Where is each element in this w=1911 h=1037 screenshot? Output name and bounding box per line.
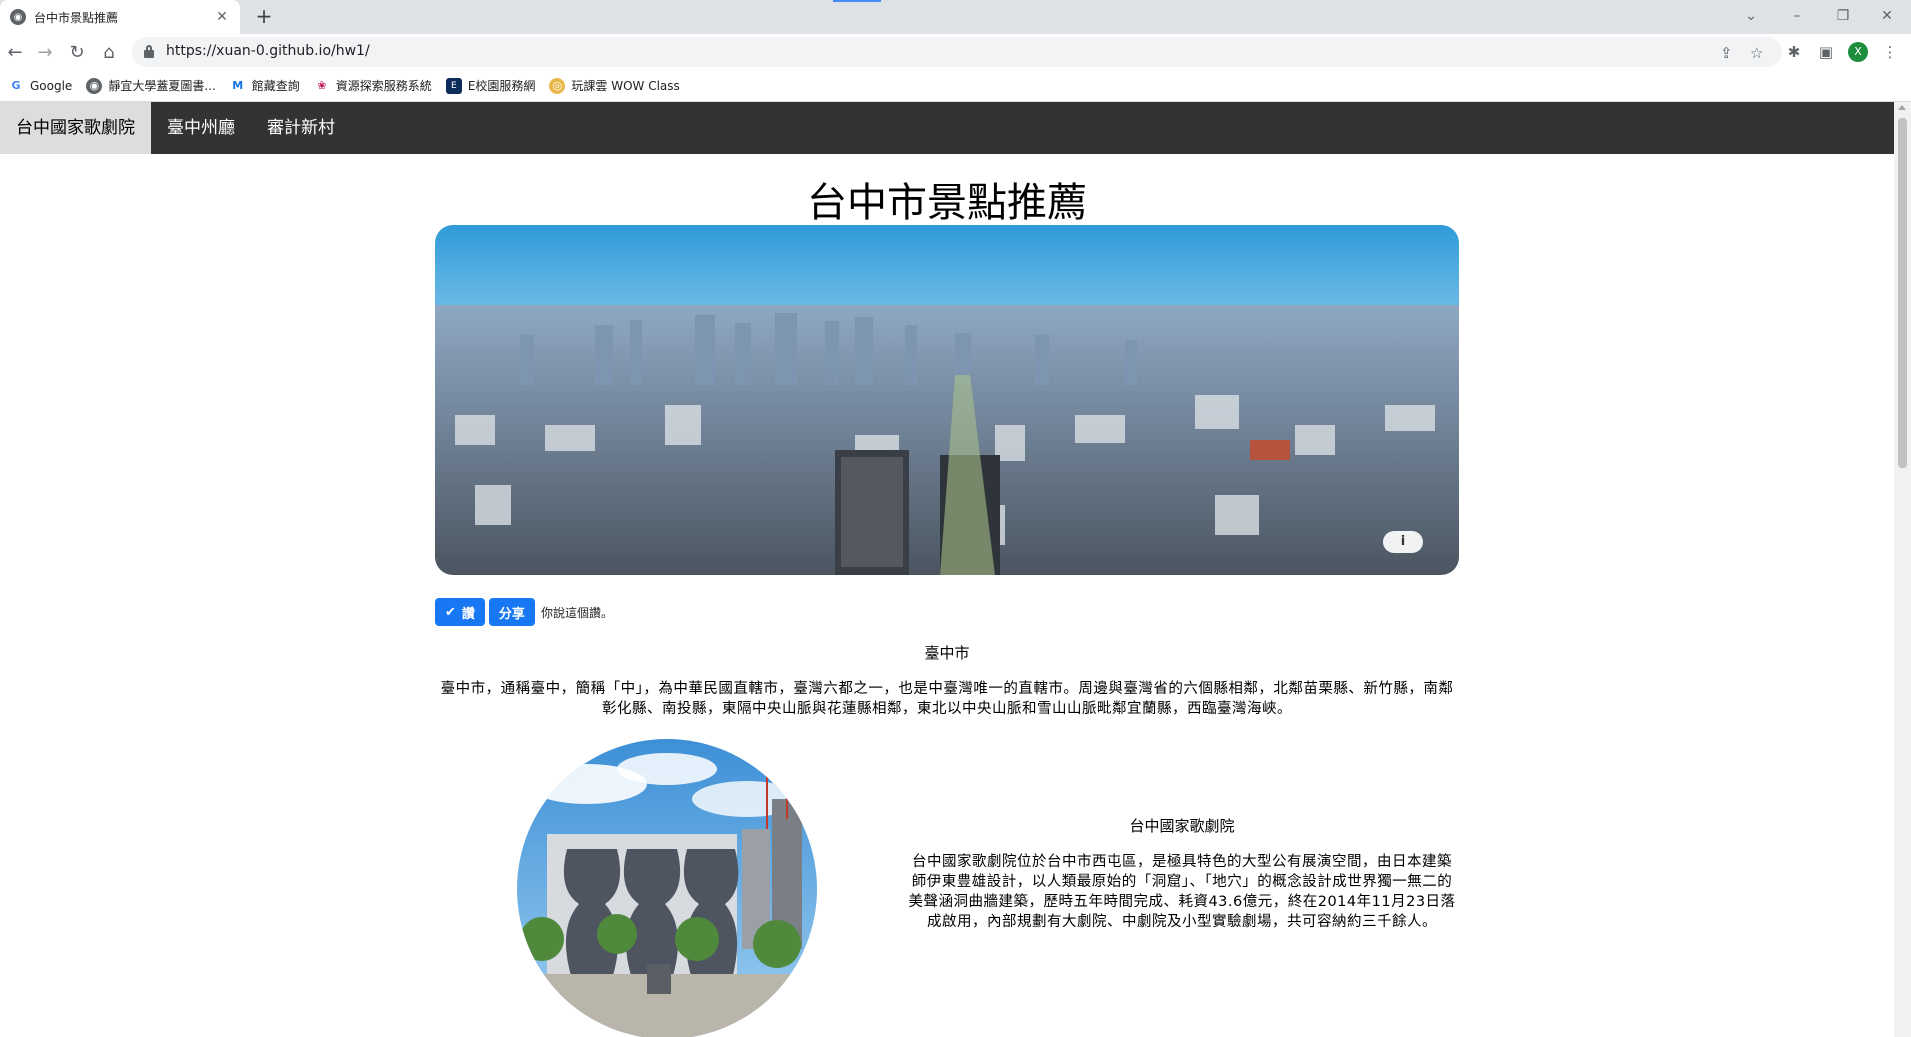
minimize-icon[interactable]: – [1782, 4, 1812, 28]
nav-item-audit-village[interactable]: 審計新村 [251, 102, 351, 154]
tab-strip: ◉ 台中市景點推薦 ✕ + ⌄ – ❐ ✕ [0, 0, 1911, 34]
facebook-like-widget: ✔ 讚 分享 你說這個讚。 [435, 598, 613, 626]
page-viewport: 台中國家歌劇院 臺中州廳 審計新村 台中市景點推薦 i ✔ 讚 分享 你說這個讚… [0, 102, 1911, 1037]
like-button[interactable]: ✔ 讚 [435, 598, 485, 626]
google-icon: G [11, 79, 21, 92]
side-panel-icon[interactable]: ▣ [1816, 42, 1836, 62]
info-icon[interactable]: i [1383, 531, 1423, 553]
url-text: https://xuan-0.github.io/hw1/ [166, 43, 370, 59]
hero-image: i [435, 225, 1459, 575]
site-nav: 台中國家歌劇院 臺中州廳 審計新村 [0, 102, 1894, 154]
extensions-icon[interactable]: ✱ [1784, 42, 1804, 62]
avatar[interactable]: X [1848, 42, 1868, 62]
bookmark-label: 資源探索服務系統 [335, 79, 432, 93]
like-label: 讚 [461, 606, 475, 622]
resource-icon: ❀ [317, 79, 327, 92]
menu-icon[interactable]: ⋮ [1880, 42, 1900, 62]
bookmark-campus[interactable]: E E校園服務網 [445, 77, 536, 94]
campus-icon: E [445, 77, 462, 94]
globe-icon: ◉ [10, 9, 26, 25]
nav-item-prefectural-hall[interactable]: 臺中州廳 [151, 102, 251, 154]
reload-icon[interactable]: ↻ [64, 40, 90, 66]
bookmark-label: Google [30, 78, 73, 93]
tab-strip-indicator [833, 0, 881, 2]
like-status-text: 你說這個讚。 [540, 605, 613, 620]
library-icon: M [232, 79, 244, 92]
page-scrollbar[interactable] [1894, 102, 1911, 1037]
opera-house-photo [517, 739, 817, 1037]
section-heading-opera-house: 台中國家歌劇院 [1129, 817, 1235, 835]
close-window-icon[interactable]: ✕ [1872, 4, 1902, 28]
nav-item-opera-house[interactable]: 台中國家歌劇院 [0, 102, 151, 154]
star-icon[interactable]: ☆ [1750, 44, 1763, 62]
bookmarks-bar: G Google ◉ 靜宜大學蓋夏圖書... M 館藏查詢 ❀ 資源探索服務系統… [0, 70, 1911, 102]
bookmark-label: 靜宜大學蓋夏圖書... [108, 79, 216, 93]
bookmark-label: E校園服務網 [467, 79, 536, 93]
forward-arrow-icon[interactable]: → [32, 40, 58, 66]
address-bar[interactable]: https://xuan-0.github.io/hw1/ ⇪ ☆ [132, 37, 1782, 67]
share-icon[interactable]: ⇪ [1720, 44, 1733, 62]
tab-title: 台中市景點推薦 [34, 10, 119, 25]
plus-icon[interactable]: + [252, 5, 276, 29]
bookmark-library[interactable]: ◉ 靜宜大學蓋夏圖書... [86, 77, 216, 94]
scroll-up-arrow-icon[interactable] [1898, 105, 1906, 110]
bookmark-resource[interactable]: ❀ 資源探索服務系統 [314, 77, 432, 94]
wowclass-icon: ◎ [549, 77, 566, 94]
section-body-taichung: 臺中市，通稱臺中，簡稱「中」，為中華民國直轄市，臺灣六都之一，也是中臺灣唯一的直… [440, 681, 1454, 717]
section-heading-taichung: 臺中市 [924, 644, 970, 662]
chevron-down-icon[interactable]: ⌄ [1736, 4, 1766, 28]
globe-icon: ◉ [86, 77, 103, 94]
city-skyline-photo [435, 225, 1459, 575]
bookmark-google[interactable]: G Google [8, 78, 72, 94]
scrollbar-thumb[interactable] [1898, 118, 1907, 468]
page-title: 台中市景點推薦 [807, 180, 1087, 226]
lock-icon [144, 45, 154, 58]
bookmark-catalog[interactable]: M 館藏查詢 [230, 77, 300, 94]
home-icon[interactable]: ⌂ [96, 40, 122, 66]
browser-toolbar: ← → ↻ ⌂ https://xuan-0.github.io/hw1/ ⇪ … [0, 34, 1911, 70]
opera-house-image [517, 739, 817, 1037]
section-body-opera-house: 台中國家歌劇院位於台中市西屯區，是極具特色的大型公有展演空間，由日本建築師伊東豊… [908, 854, 1456, 930]
close-icon[interactable]: ✕ [214, 9, 230, 25]
bookmark-label: 玩課雲 WOW Class [571, 79, 680, 93]
share-button[interactable]: 分享 [488, 598, 535, 626]
browser-tab[interactable]: ◉ 台中市景點推薦 ✕ [0, 0, 240, 34]
check-icon: ✔ [445, 604, 456, 620]
bookmark-label: 館藏查詢 [251, 79, 300, 93]
restore-icon[interactable]: ❐ [1828, 4, 1858, 28]
share-label: 分享 [498, 606, 525, 622]
back-arrow-icon[interactable]: ← [2, 40, 28, 66]
bookmark-wowclass[interactable]: ◎ 玩課雲 WOW Class [549, 77, 680, 94]
